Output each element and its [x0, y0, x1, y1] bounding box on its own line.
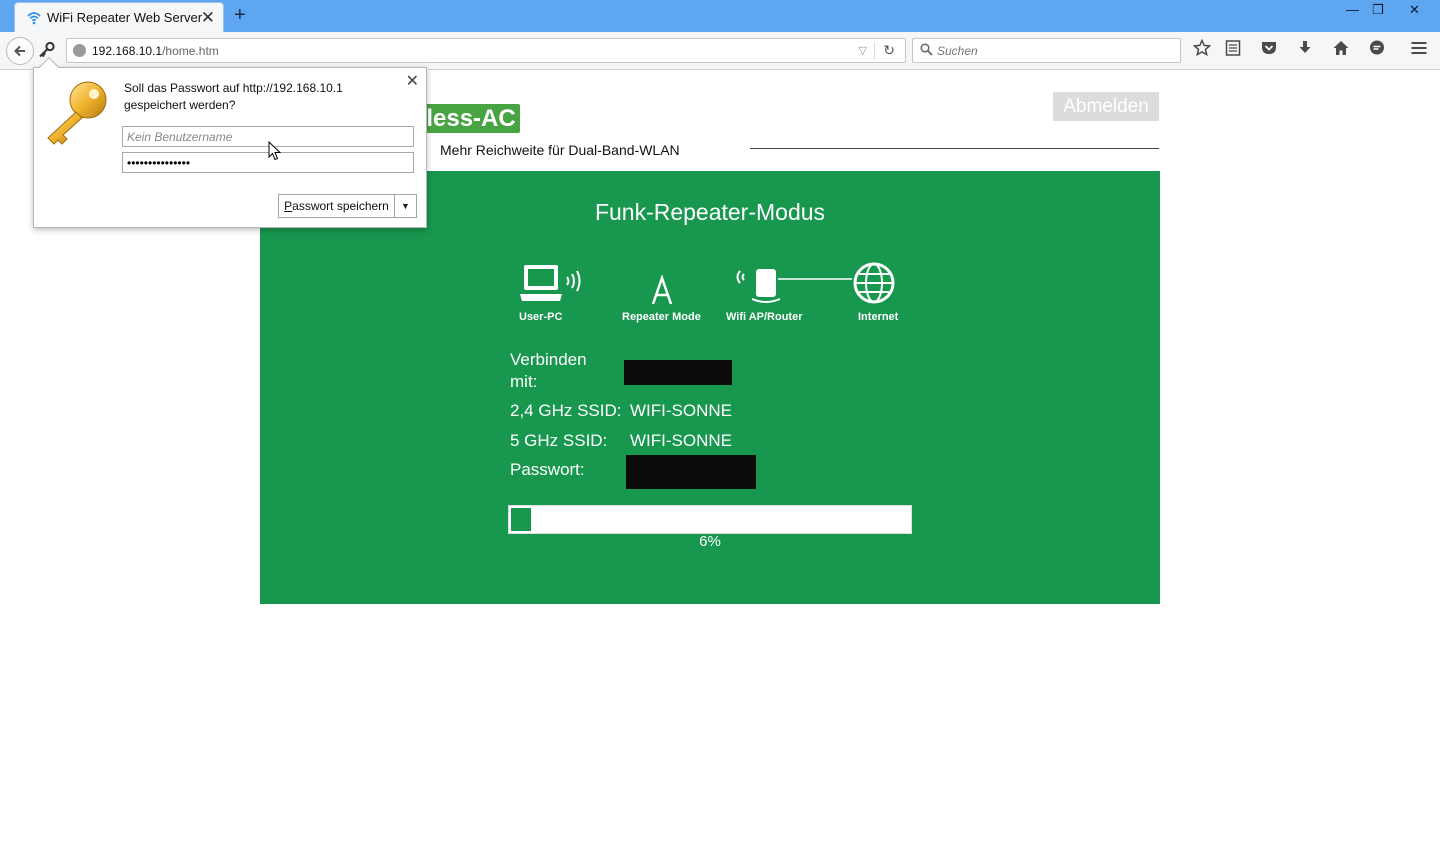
tagline: Mehr Reichweite für Dual-Band-WLAN	[440, 142, 680, 158]
history-dropdown-icon[interactable]: ▽	[859, 44, 867, 57]
connect-label-2: mit:	[510, 372, 538, 391]
tab-close-icon[interactable]: ✕	[201, 9, 215, 26]
save-options-dropdown[interactable]: ▼	[395, 194, 417, 218]
download-icon[interactable]	[1297, 39, 1313, 57]
repeater-icon	[651, 275, 673, 305]
password-label: Passwort:	[510, 460, 585, 479]
reading-list-icon[interactable]	[1225, 39, 1241, 57]
repeater-status-panel: Funk-Repeater-Modus User-PC Repeater Mod…	[260, 171, 1160, 604]
window-minimize-button[interactable]: —	[1346, 2, 1359, 18]
router-icon	[736, 269, 852, 303]
save-password-popup: Soll das Passwort auf http://192.168.10.…	[33, 57, 427, 228]
url-text[interactable]: 192.168.10.1/home.htm	[92, 44, 219, 58]
navigation-toolbar: 192.168.10.1/home.htm ▽ ↻	[0, 32, 1440, 70]
search-bar[interactable]	[912, 38, 1181, 63]
wifi-icon	[27, 12, 41, 25]
diagram-label-user-pc: User-PC	[519, 311, 563, 323]
url-bar[interactable]: 192.168.10.1/home.htm ▽ ↻	[66, 38, 906, 63]
diagram-label-wifi-router: Wifi AP/Router	[726, 311, 803, 323]
laptop-icon	[520, 265, 581, 301]
back-arrow-icon	[14, 45, 25, 57]
browser-tab[interactable]: WiFi Repeater Web Server ✕	[14, 2, 224, 32]
url-separator	[874, 42, 875, 60]
connect-label: Verbinden	[510, 350, 587, 369]
globe-icon	[853, 262, 895, 304]
reload-icon[interactable]: ↻	[883, 42, 895, 59]
diagram-label-internet: Internet	[858, 311, 899, 323]
popup-message: Soll das Passwort auf http://192.168.10.…	[124, 81, 343, 112]
browser-titlebar: WiFi Repeater Web Server ✕ + — ❐ ✕	[0, 0, 1440, 32]
home-icon[interactable]	[1332, 39, 1350, 57]
pocket-icon[interactable]	[1260, 39, 1278, 57]
window-restore-button[interactable]: ❐	[1372, 2, 1384, 18]
progress-bar	[508, 505, 912, 534]
progress-percent-text: 6%	[699, 533, 721, 550]
save-password-button[interactable]: Passwort speichern	[278, 194, 395, 218]
topology-diagram: User-PC Repeater Mode Wifi AP/Router Int…	[508, 259, 908, 329]
ssid24-value: WIFI-SONNE	[630, 401, 732, 420]
progress-fill	[509, 506, 534, 533]
search-input[interactable]	[937, 42, 1177, 60]
header-divider	[750, 148, 1159, 149]
logout-button[interactable]: Abmelden	[1053, 92, 1159, 121]
password-value-redacted	[626, 455, 756, 489]
popup-close-icon[interactable]: ✕	[406, 74, 419, 90]
ssid24-label: 2,4 GHz SSID:	[510, 401, 622, 420]
window-close-button[interactable]: ✕	[1409, 2, 1420, 18]
connect-value-redacted	[624, 360, 732, 385]
ssid5-label: 5 GHz SSID:	[510, 431, 608, 450]
tab-title: WiFi Repeater Web Server	[47, 10, 203, 25]
key-icon	[47, 81, 107, 145]
star-icon[interactable]	[1193, 39, 1211, 57]
password-key-icon[interactable]	[38, 41, 56, 59]
search-icon	[920, 43, 933, 56]
diagram-label-repeater-mode: Repeater Mode	[622, 311, 701, 323]
chat-icon[interactable]	[1368, 39, 1386, 57]
back-button[interactable]	[6, 37, 34, 65]
menu-icon[interactable]	[1410, 39, 1428, 57]
mouse-cursor-icon	[268, 141, 282, 161]
site-info-icon[interactable]	[73, 44, 86, 57]
ssid5-value: WIFI-SONNE	[630, 431, 732, 450]
new-tab-button[interactable]: +	[234, 5, 246, 25]
